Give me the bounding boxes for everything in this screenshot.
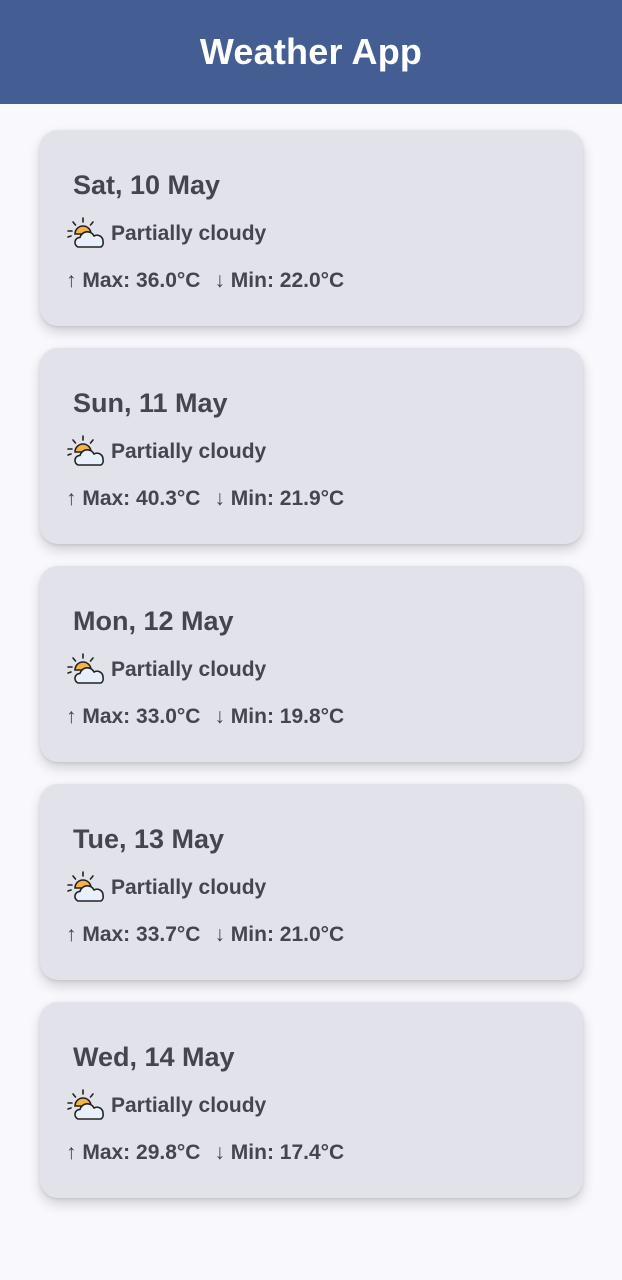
forecast-date: Wed, 14 May bbox=[73, 1042, 235, 1072]
min-temperature: ↓ Min: 19.8°C bbox=[214, 705, 345, 728]
forecast-card[interactable]: Wed, 14 May Partially cloudy ↑ Max: 29.8… bbox=[40, 1002, 583, 1198]
max-temperature: ↑ Max: 29.8°C bbox=[66, 1141, 201, 1164]
app-bar: Weather App bbox=[0, 0, 622, 104]
condition-label: Partially cloudy bbox=[111, 440, 267, 463]
forecast-card[interactable]: Mon, 12 May Partially cloudy ↑ Max: 33.0… bbox=[40, 566, 583, 762]
forecast-date: Sun, 11 May bbox=[73, 388, 228, 418]
forecast-condition-row: Partially cloudy bbox=[65, 652, 266, 688]
forecast-card[interactable]: Sun, 11 May Partially cloudy ↑ Max: 40.3… bbox=[40, 348, 583, 544]
temperature-row: ↑ Max: 33.0°C ↓ Min: 19.8°C bbox=[66, 705, 344, 729]
max-temperature: ↑ Max: 33.7°C bbox=[66, 923, 201, 946]
forecast-date: Tue, 13 May bbox=[73, 824, 225, 854]
forecast-list[interactable]: Sat, 10 May Partially cloudy ↑ Max: 36.0… bbox=[0, 104, 622, 1198]
min-temperature: ↓ Min: 21.0°C bbox=[214, 923, 345, 946]
partly-cloudy-icon bbox=[65, 216, 107, 252]
forecast-condition-row: Partially cloudy bbox=[65, 434, 266, 470]
partly-cloudy-icon bbox=[65, 652, 107, 688]
condition-label: Partially cloudy bbox=[111, 658, 267, 681]
max-temperature: ↑ Max: 36.0°C bbox=[66, 269, 201, 292]
forecast-condition-row: Partially cloudy bbox=[65, 870, 266, 906]
temperature-row: ↑ Max: 33.7°C ↓ Min: 21.0°C bbox=[66, 923, 344, 947]
min-temperature: ↓ Min: 17.4°C bbox=[214, 1141, 345, 1164]
app-title: Weather App bbox=[199, 31, 423, 72]
condition-label: Partially cloudy bbox=[111, 1094, 267, 1117]
forecast-card[interactable]: Tue, 13 May Partially cloudy ↑ Max: 33.7… bbox=[40, 784, 583, 980]
max-temperature: ↑ Max: 33.0°C bbox=[66, 705, 201, 728]
partly-cloudy-icon bbox=[65, 434, 107, 470]
partly-cloudy-icon bbox=[65, 870, 107, 906]
temperature-row: ↑ Max: 40.3°C ↓ Min: 21.9°C bbox=[66, 487, 344, 511]
temperature-row: ↑ Max: 29.8°C ↓ Min: 17.4°C bbox=[66, 1141, 344, 1165]
forecast-card[interactable]: Sat, 10 May Partially cloudy ↑ Max: 36.0… bbox=[40, 130, 583, 326]
forecast-date: Sat, 10 May bbox=[73, 170, 221, 200]
condition-label: Partially cloudy bbox=[111, 222, 267, 245]
min-temperature: ↓ Min: 22.0°C bbox=[214, 269, 345, 292]
forecast-date: Mon, 12 May bbox=[73, 606, 234, 636]
temperature-row: ↑ Max: 36.0°C ↓ Min: 22.0°C bbox=[66, 269, 344, 293]
forecast-condition-row: Partially cloudy bbox=[65, 216, 266, 252]
condition-label: Partially cloudy bbox=[111, 876, 267, 899]
min-temperature: ↓ Min: 21.9°C bbox=[214, 487, 345, 510]
forecast-condition-row: Partially cloudy bbox=[65, 1088, 266, 1124]
partly-cloudy-icon bbox=[65, 1088, 107, 1124]
max-temperature: ↑ Max: 40.3°C bbox=[66, 487, 201, 510]
